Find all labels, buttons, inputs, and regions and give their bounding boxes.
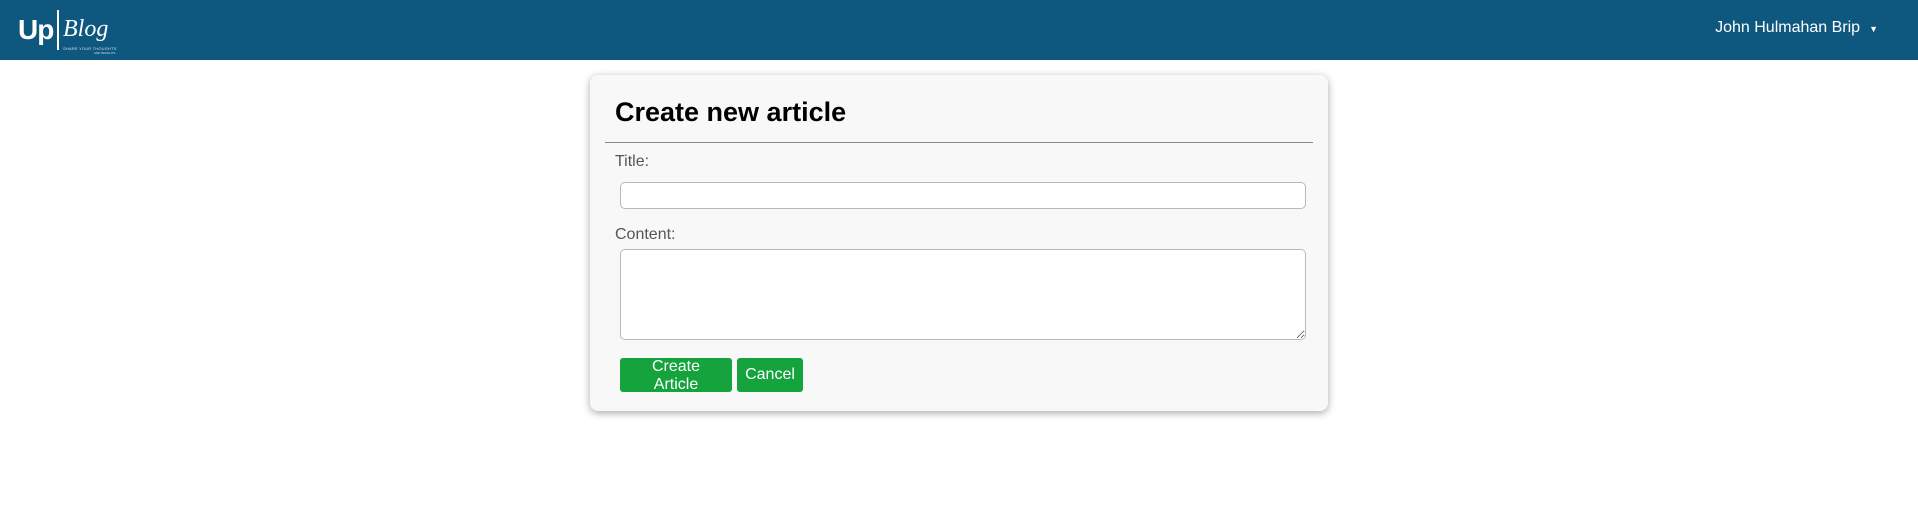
title-divider [605, 142, 1313, 143]
top-navbar: Up Blog SHARE YOUR THOUGHTS AND INSIGHTS… [0, 0, 1918, 60]
logo-up-text: Up [18, 14, 54, 45]
logo-tagline-secondary: AND INSIGHTS [94, 51, 116, 55]
cancel-button[interactable]: Cancel [737, 358, 803, 392]
user-name: John Hulmahan Brip [1715, 19, 1861, 36]
content-textarea[interactable] [620, 249, 1306, 340]
user-menu-dropdown[interactable]: John Hulmahan Brip ▼ [1715, 19, 1878, 37]
logo-divider [57, 10, 59, 50]
page-title: Create new article [615, 97, 847, 127]
caret-down-icon: ▼ [1869, 23, 1878, 34]
create-article-card: Create new article Title: Content: Creat… [590, 75, 1328, 411]
title-label: Title: [615, 153, 650, 170]
content-label: Content: [615, 226, 676, 243]
logo-blog-text: Blog [63, 16, 109, 42]
create-article-button[interactable]: Create Article [620, 358, 732, 393]
upblog-logo[interactable]: Up Blog SHARE YOUR THOUGHTS AND INSIGHTS [18, 8, 118, 55]
title-input[interactable] [620, 182, 1306, 209]
